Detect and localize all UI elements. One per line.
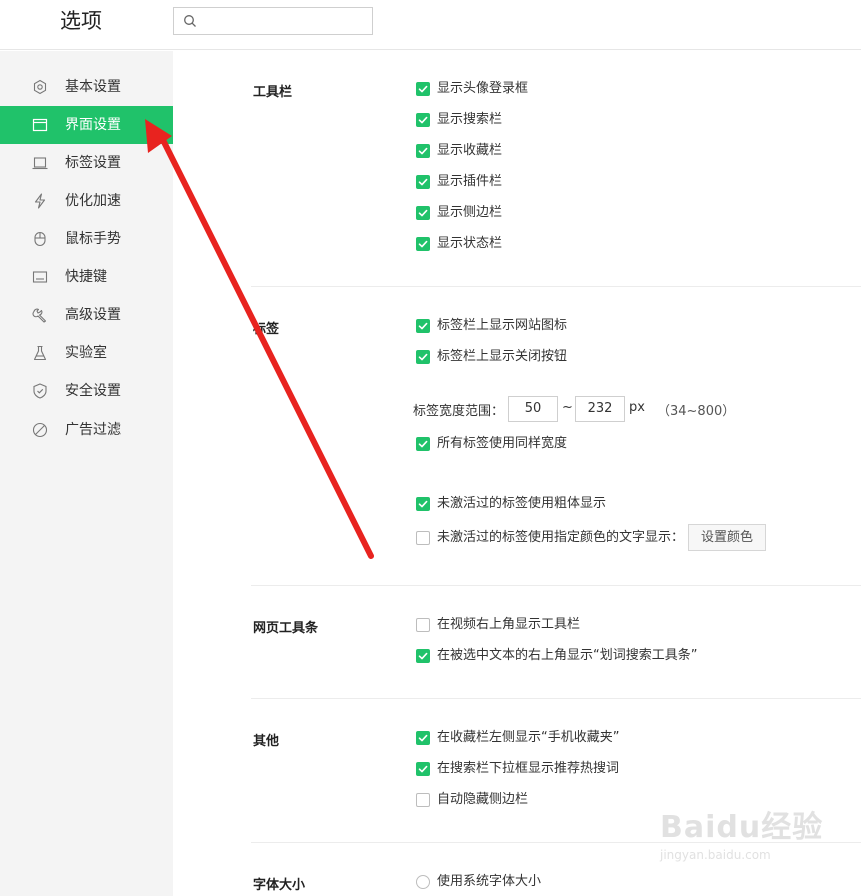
sidebar-item-label: 优化加速 xyxy=(65,193,121,209)
set-color-button[interactable]: 设置颜色 xyxy=(688,524,766,551)
section-title-tabs: 标签 xyxy=(253,322,280,337)
checkbox-checked[interactable] xyxy=(416,82,430,96)
sidebar-item-label: 快捷键 xyxy=(65,269,107,285)
section-divider xyxy=(251,585,861,586)
section-title-toolbar: 工具栏 xyxy=(253,85,293,100)
page-title: 选项 xyxy=(60,9,102,33)
checkbox-checked[interactable] xyxy=(416,319,430,333)
option-label: 显示搜索栏 xyxy=(437,112,503,127)
option-label: 所有标签使用同样宽度 xyxy=(437,436,568,451)
shield-icon xyxy=(33,383,47,399)
sidebar-item-adblock[interactable]: 广告过滤 xyxy=(0,411,173,449)
search-input[interactable] xyxy=(173,7,373,35)
section-title-other: 其他 xyxy=(253,734,280,749)
tab-width-max-input[interactable]: 232 xyxy=(575,396,625,422)
flask-icon xyxy=(33,345,47,361)
checkbox-checked[interactable] xyxy=(416,731,430,745)
sidebar-item-label: 标签设置 xyxy=(65,155,121,171)
tab-width-unit: px xyxy=(629,400,645,415)
tab-width-separator: ~ xyxy=(562,400,573,415)
sidebar-item-shortcuts[interactable]: 快捷键 xyxy=(0,258,173,296)
block-icon xyxy=(32,422,48,438)
lightning-icon xyxy=(34,193,46,209)
checkbox-checked[interactable] xyxy=(416,350,430,364)
sidebar-item-label: 鼠标手势 xyxy=(65,231,121,247)
option-label: 标签栏上显示网站图标 xyxy=(437,318,568,333)
checkbox-checked[interactable] xyxy=(416,762,430,776)
sidebar-item-advanced[interactable]: 高级设置 xyxy=(0,296,173,334)
keyboard-icon xyxy=(32,271,48,283)
option-label: 显示状态栏 xyxy=(437,236,503,251)
option-label: 在被选中文本的右上角显示“划词搜索工具条” xyxy=(437,648,698,663)
section-divider xyxy=(251,698,861,699)
option-label: 自动隐藏侧边栏 xyxy=(437,792,529,807)
sidebar-item-label: 广告过滤 xyxy=(65,422,121,438)
options-window: 选项 基本设置 界面设置 标签设置 优化加速 鼠标手势 快捷键 高级设置 实验室… xyxy=(0,0,861,896)
watermark-url: jingyan.baidu.com xyxy=(660,848,771,862)
option-label: 在搜索栏下拉框显示推荐热搜词 xyxy=(437,761,620,776)
settings-panel: 工具栏 显示头像登录框 显示搜索栏 显示收藏栏 显示插件栏 显示侧边栏 显示状态… xyxy=(173,51,861,896)
checkbox-checked[interactable] xyxy=(416,144,430,158)
checkbox-checked[interactable] xyxy=(416,237,430,251)
section-title-webbar: 网页工具条 xyxy=(253,621,319,636)
option-label: 标签栏上显示关闭按钮 xyxy=(437,349,568,364)
checkbox-checked[interactable] xyxy=(416,437,430,451)
section-title-font: 字体大小 xyxy=(253,878,306,893)
radio-button[interactable] xyxy=(416,875,430,889)
sidebar-item-lab[interactable]: 实验室 xyxy=(0,334,173,372)
baidu-watermark: Baidu经验 jingyan.baidu.com xyxy=(640,800,840,870)
option-label: 显示头像登录框 xyxy=(437,81,529,96)
sidebar-item-label: 安全设置 xyxy=(65,383,121,399)
tab-width-label: 标签宽度范围： xyxy=(413,404,505,419)
option-label: 使用系统字体大小 xyxy=(437,874,542,889)
option-label: 显示侧边栏 xyxy=(437,205,503,220)
sidebar-item-label: 基本设置 xyxy=(65,79,121,95)
section-divider xyxy=(251,286,861,287)
header: 选项 xyxy=(0,0,861,50)
checkbox-unchecked[interactable] xyxy=(416,793,430,807)
tab-width-min-input[interactable]: 50 xyxy=(508,396,558,422)
tab-width-allowed-range: （34~800） xyxy=(657,404,736,419)
sidebar-item-basic[interactable]: 基本设置 xyxy=(0,68,173,106)
option-label: 在收藏栏左侧显示“手机收藏夹” xyxy=(437,730,620,745)
sidebar-item-speed[interactable]: 优化加速 xyxy=(0,182,173,220)
sidebar-item-label: 实验室 xyxy=(65,345,107,361)
sidebar-item-interface[interactable]: 界面设置 xyxy=(0,106,173,144)
checkbox-checked[interactable] xyxy=(416,206,430,220)
option-label: 未激活过的标签使用指定颜色的文字显示： xyxy=(437,530,685,545)
watermark-brand: Baidu经验 xyxy=(660,810,824,845)
checkbox-checked[interactable] xyxy=(416,175,430,189)
gear-icon xyxy=(33,79,47,95)
window-icon xyxy=(32,118,48,132)
tab-icon xyxy=(32,157,48,170)
checkbox-unchecked[interactable] xyxy=(416,531,430,545)
sidebar-item-security[interactable]: 安全设置 xyxy=(0,372,173,410)
checkbox-checked[interactable] xyxy=(416,649,430,663)
option-label: 在视频右上角显示工具栏 xyxy=(437,617,581,632)
mouse-icon xyxy=(34,231,46,247)
sidebar-item-label: 界面设置 xyxy=(65,117,121,133)
option-label: 显示收藏栏 xyxy=(437,143,503,158)
option-label: 显示插件栏 xyxy=(437,174,503,189)
search-icon xyxy=(184,15,196,27)
checkbox-checked[interactable] xyxy=(416,113,430,127)
wrench-icon xyxy=(32,308,47,323)
checkbox-checked[interactable] xyxy=(416,497,430,511)
sidebar-item-mouse[interactable]: 鼠标手势 xyxy=(0,220,173,258)
option-label: 未激活过的标签使用粗体显示 xyxy=(437,496,607,511)
sidebar-item-label: 高级设置 xyxy=(65,307,121,323)
sidebar-item-tabs[interactable]: 标签设置 xyxy=(0,144,173,182)
sidebar: 基本设置 界面设置 标签设置 优化加速 鼠标手势 快捷键 高级设置 实验室 安全… xyxy=(0,51,173,896)
checkbox-unchecked[interactable] xyxy=(416,618,430,632)
